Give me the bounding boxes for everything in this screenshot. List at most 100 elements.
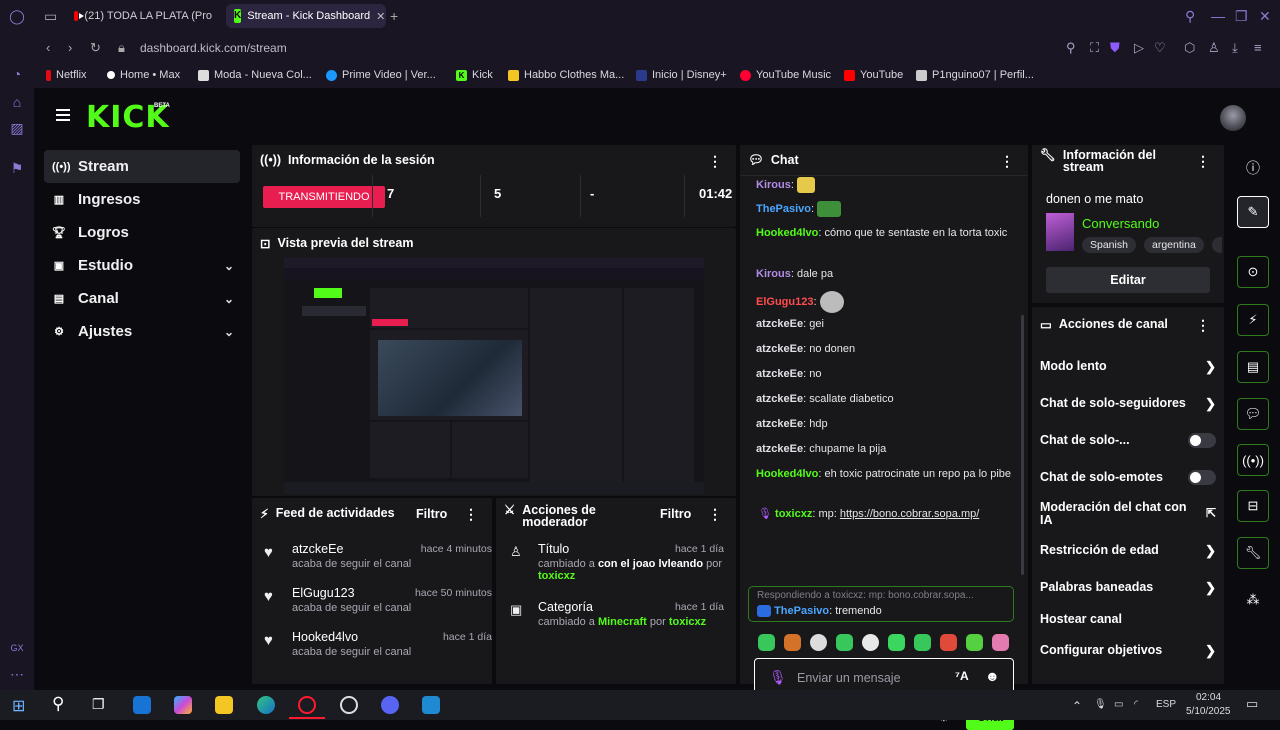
file-explorer-icon[interactable] [215, 696, 233, 714]
pin-icon[interactable]: ⚑ [9, 160, 25, 176]
clock-date[interactable]: 5/10/2025 [1186, 706, 1231, 717]
player-icon[interactable]: ▷ [1134, 40, 1144, 56]
action-restriccion-edad[interactable]: Restricción de edad ❯ [1040, 543, 1216, 558]
bookmark-max[interactable]: Home • Max [107, 69, 180, 81]
avatar[interactable] [1220, 105, 1246, 131]
task-view-icon[interactable]: ❐ [92, 696, 105, 713]
sidebar-item-estudio[interactable]: ▣ Estudio ⌄ [44, 249, 240, 282]
tab-kick-dashboard[interactable]: K Stream - Kick Dashboard ✕ [226, 4, 386, 28]
emoji-icon[interactable]: ☻ [985, 668, 1000, 684]
category-name[interactable]: Conversando [1082, 216, 1159, 231]
chat-bubble-icon[interactable]: 💬︎ [1237, 398, 1269, 430]
copilot-icon[interactable] [174, 696, 192, 714]
restore-icon[interactable]: ❐ [1235, 8, 1248, 25]
menu-icon[interactable]: ≡ [1254, 40, 1262, 55]
speed-dial-icon[interactable]: ◔ [9, 66, 25, 82]
profile-icon[interactable]: ♙ [1208, 40, 1220, 56]
emote-icon[interactable] [810, 634, 827, 651]
emote-icon[interactable] [914, 634, 931, 651]
action-configurar-objetivos[interactable]: Configurar objetivos ❯ [1040, 643, 1216, 658]
action-solo-seguidores[interactable]: Chat de solo-seguidores ❯ [1040, 396, 1216, 411]
emote-icon[interactable] [862, 634, 879, 651]
broadcast-icon[interactable]: ((•)) [1237, 444, 1269, 476]
emote-icon[interactable] [836, 634, 853, 651]
heart-icon[interactable]: ♡ [1154, 40, 1166, 56]
wrench-icon[interactable]: 🔧︎ [1237, 537, 1269, 569]
bookmark-netflix[interactable]: Netflix [46, 69, 87, 81]
opera-logo-icon[interactable]: ◯ [9, 8, 25, 24]
emote-icon[interactable] [940, 634, 957, 651]
app-icon[interactable] [422, 696, 440, 714]
more-icon[interactable]: ⋯ [9, 666, 25, 682]
twitch-icon[interactable]: ▨ [9, 120, 25, 136]
windows-start-icon[interactable]: ⊞ [12, 696, 25, 716]
wifi-icon[interactable]: ◜ [1134, 699, 1138, 710]
mic-icon[interactable]: 🎙︎ [769, 669, 787, 686]
edge-icon[interactable] [257, 696, 275, 714]
toggle-switch[interactable] [1188, 470, 1216, 485]
sidebar-item-ajustes[interactable]: ⚙ Ajustes ⌄ [44, 315, 240, 348]
tab-list-icon[interactable]: ▭ [44, 8, 57, 25]
edit-button[interactable]: Editar [1046, 267, 1210, 293]
bookmark-profile[interactable]: P1nguino07 | Perfil... [916, 69, 1034, 81]
more-options-icon[interactable]: ⋮ [1196, 153, 1210, 170]
action-palabras-baneadas[interactable]: Palabras baneadas ❯ [1040, 580, 1216, 595]
emote-icon[interactable] [784, 634, 801, 651]
notes-icon[interactable]: ▤ [1237, 351, 1269, 383]
pin-page-icon[interactable]: ⚲ [1066, 40, 1076, 56]
url-field[interactable]: dashboard.kick.com/stream [140, 41, 287, 55]
emote-icon[interactable] [992, 634, 1009, 651]
emote-icon[interactable] [966, 634, 983, 651]
search-icon[interactable]: ⚲ [52, 694, 64, 714]
sidebar-item-canal[interactable]: ▤ Canal ⌄ [44, 282, 240, 315]
discord-icon[interactable] [381, 696, 399, 714]
mic-icon[interactable]: 🎙︎ [1094, 699, 1107, 710]
opera-gx-icon[interactable] [298, 696, 316, 714]
chevron-up-icon[interactable]: ⌃ [1072, 699, 1082, 713]
vpn-shield-icon[interactable]: ⛊ [1110, 40, 1120, 56]
action-moderacion-ia[interactable]: Moderación del chat con IA ⇱ [1040, 501, 1216, 527]
clock-time[interactable]: 02:04 [1196, 692, 1221, 703]
sidebar-item-ingresos[interactable]: ▥ Ingresos [44, 183, 240, 216]
download-icon[interactable]: ⤓ [1232, 40, 1238, 56]
search-icon[interactable]: ⚲ [1185, 8, 1195, 25]
toggle-switch[interactable] [1188, 433, 1216, 448]
filter-button[interactable]: Filtro [660, 507, 691, 521]
sidebar-item-stream[interactable]: ((•)) Stream [44, 150, 240, 183]
gx-control-icon[interactable]: ⌂ [9, 94, 25, 110]
mod-tools-icon[interactable]: ⊟ [1237, 490, 1269, 522]
emote-icon[interactable] [888, 634, 905, 651]
language-indicator[interactable]: ESP [1156, 699, 1176, 710]
bookmark-youtube[interactable]: YouTube [844, 69, 903, 81]
bookmark-habbo[interactable]: Habbo Clothes Ma... [508, 69, 624, 81]
extensions-icon[interactable]: ⬡ [1184, 40, 1195, 56]
reload-icon[interactable]: ↻ [90, 40, 101, 56]
close-tab-icon[interactable]: ✕ [376, 10, 385, 23]
camera-icon[interactable]: ⊙ [1237, 256, 1269, 288]
edit-pencil-icon[interactable]: ✎ [1237, 196, 1269, 228]
gx-icon[interactable]: GX [9, 640, 25, 656]
more-options-icon[interactable]: ⋮ [1196, 317, 1210, 334]
obs-icon[interactable] [340, 696, 358, 714]
tab-youtube[interactable]: (21) TODA LA PLATA (Pro [66, 4, 220, 28]
sidebar-item-logros[interactable]: 🏆︎ Logros [44, 216, 240, 249]
emote-icon[interactable] [758, 634, 775, 651]
filter-button[interactable]: Filtro [416, 507, 447, 521]
new-tab-icon[interactable]: + [390, 8, 398, 24]
more-options-icon[interactable]: ⋮ [464, 506, 478, 523]
more-options-icon[interactable]: ⋮ [1000, 153, 1014, 170]
bookmark-kick[interactable]: K Kick [456, 69, 493, 81]
bookmark-prime[interactable]: Prime Video | Ver... [326, 69, 436, 81]
translate-icon[interactable]: ⁷A [955, 669, 969, 683]
scrollbar[interactable] [1021, 315, 1024, 575]
forward-icon[interactable]: › [68, 40, 72, 55]
back-icon[interactable]: ‹ [46, 40, 50, 55]
stream-preview-video[interactable] [284, 258, 704, 494]
lightning-icon[interactable]: ⚡︎ [1237, 304, 1269, 336]
action-hostear-canal[interactable]: Hostear canal [1040, 612, 1216, 626]
more-options-icon[interactable]: ⋮ [708, 506, 722, 523]
bookmark-moda[interactable]: Moda - Nueva Col... [198, 69, 312, 81]
bookmark-youtube-music[interactable]: YouTube Music [740, 69, 831, 81]
close-window-icon[interactable]: ✕ [1259, 8, 1271, 25]
more-widgets-icon[interactable]: ⁂ [1237, 584, 1269, 616]
